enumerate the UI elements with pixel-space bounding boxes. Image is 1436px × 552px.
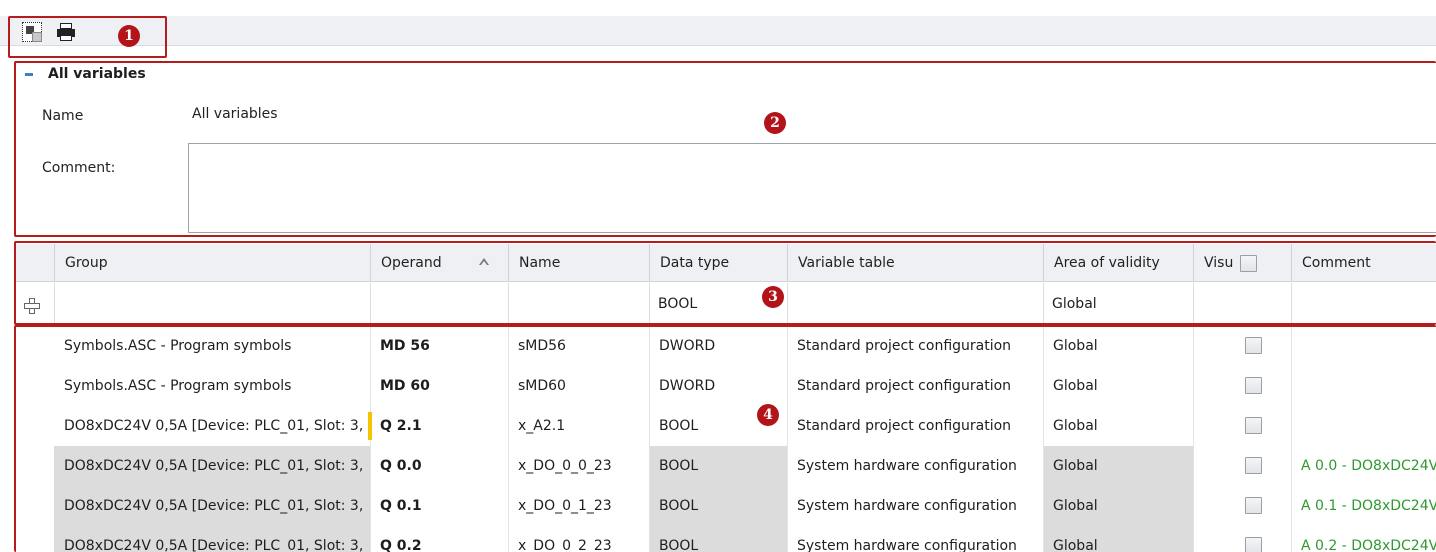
annotation-box-toolbar	[8, 16, 167, 58]
annotation-box-header	[14, 241, 1436, 325]
annotation-badge-1: 1	[118, 25, 140, 47]
toolbar	[0, 16, 1436, 46]
annotation-box-properties	[14, 61, 1436, 237]
annotation-box-data	[14, 325, 1436, 552]
annotation-badge-3: 3	[762, 286, 784, 308]
annotation-badge-4: 4	[757, 404, 779, 426]
annotation-badge-2: 2	[764, 112, 786, 134]
